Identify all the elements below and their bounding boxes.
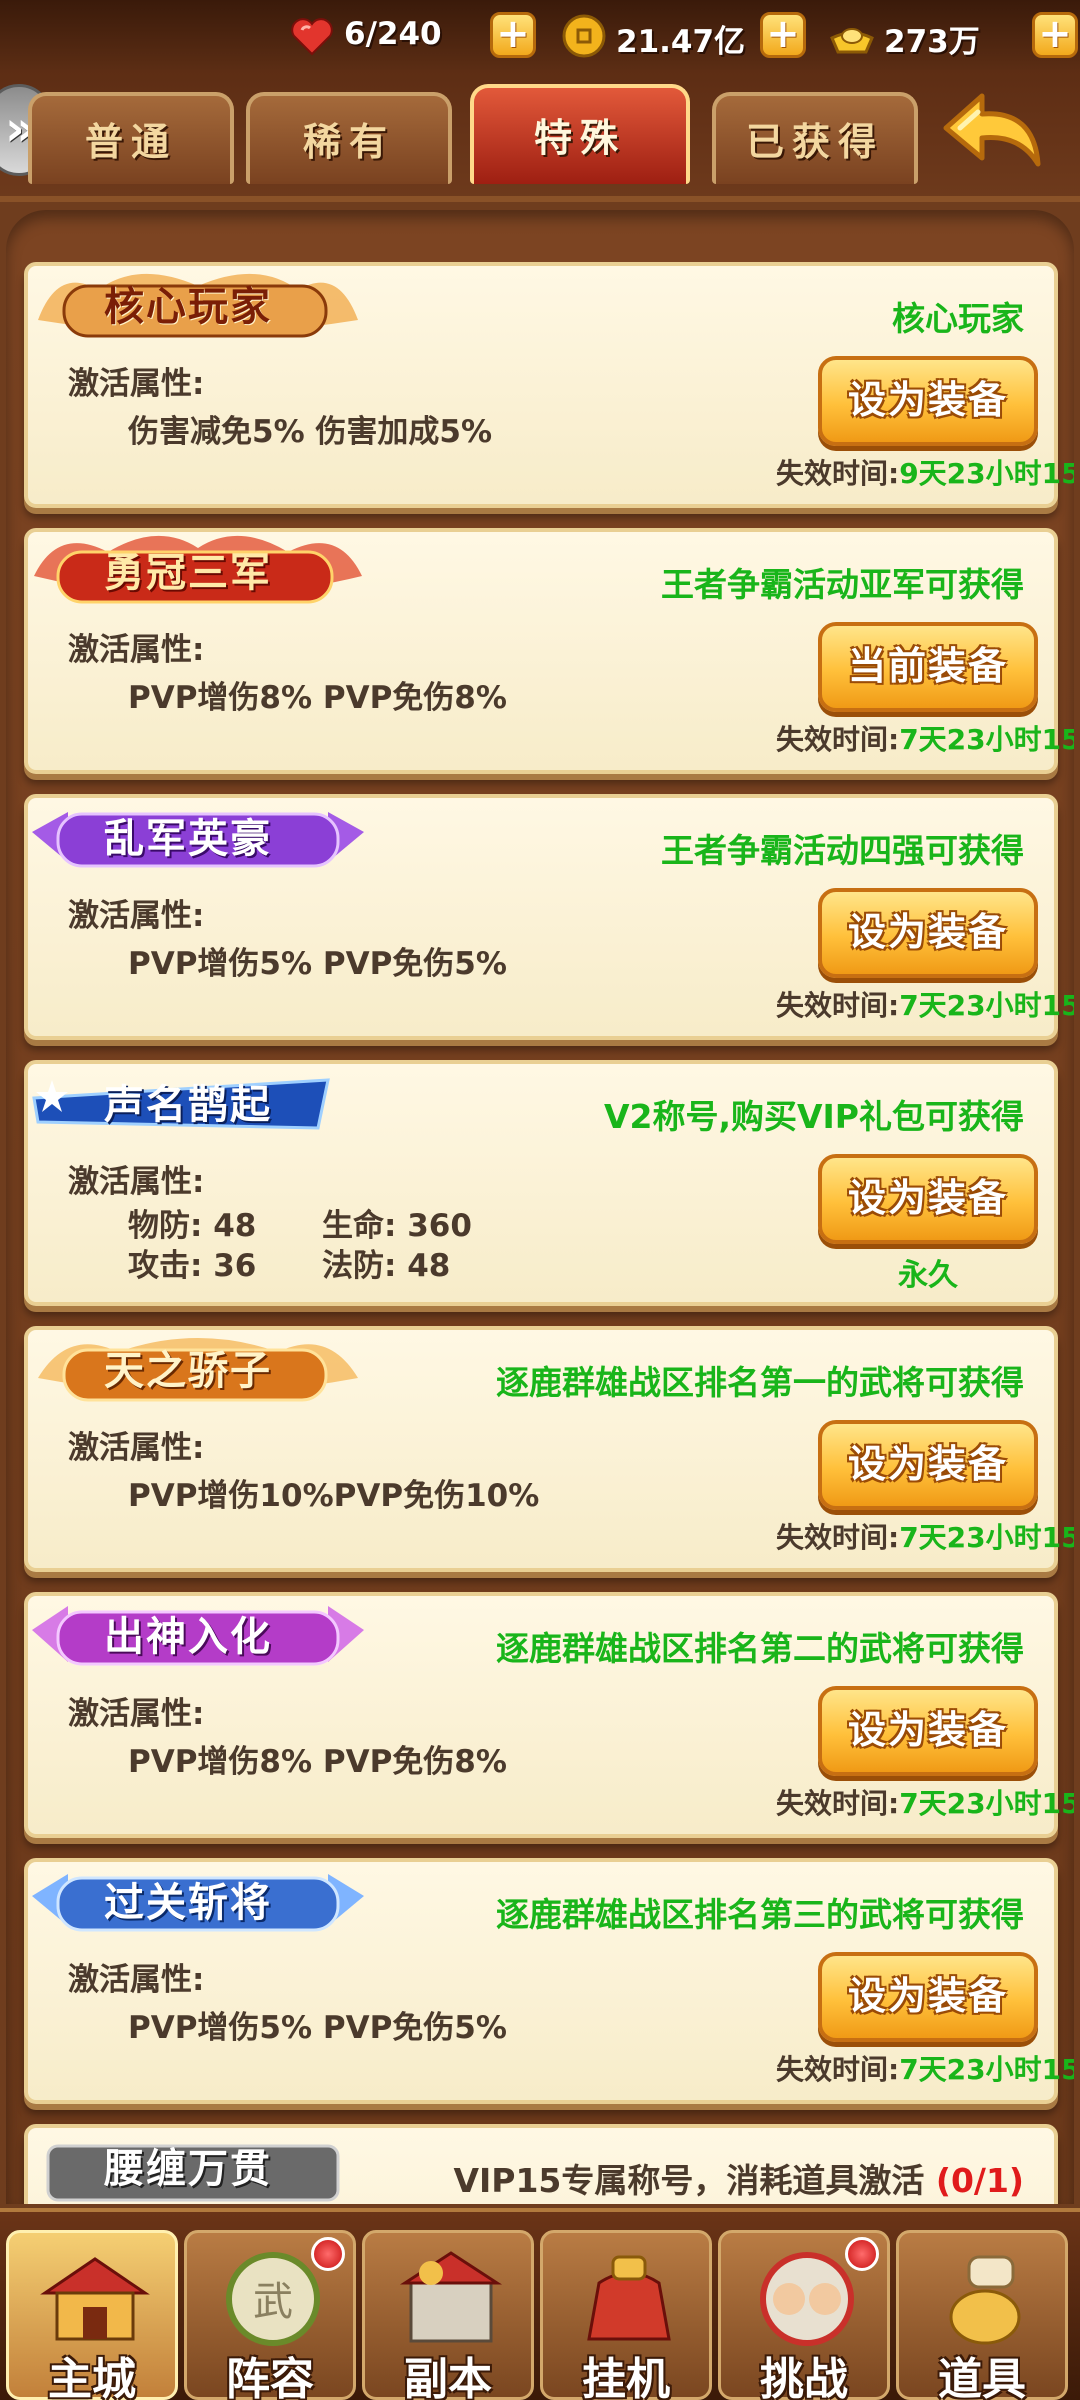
title-badge: 声名鹊起 [28, 1058, 368, 1144]
current-equip-button[interactable]: 当前装备 [818, 622, 1038, 712]
ingot-value: 273万 [884, 24, 980, 60]
title-source: 王者争霸活动四强可获得 [661, 831, 1024, 870]
stat-magic-def: 法防: 48 [322, 1248, 451, 1284]
set-equip-button[interactable]: 设为装备 [818, 888, 1038, 978]
title-source: VIP15专属称号，消耗道具激活 (0/1) [453, 2161, 1024, 2200]
title-badge: 天之骄子 [28, 1324, 368, 1410]
add-stamina-button[interactable]: + [490, 12, 536, 58]
attr-label: 激活属性: [68, 1962, 205, 1998]
ingot-counter: 273万 [828, 8, 1028, 62]
title-card-heavens-favorite: 天之骄子 逐鹿群雄战区排名第一的武将可获得 激活属性: PVP增伤10%PVP免… [24, 1324, 1074, 1572]
stamina-value: 6/240 [344, 16, 442, 52]
attr-values: PVP增伤5% PVP免伤5% [128, 946, 507, 982]
coin-counter: 21.47亿 [560, 8, 780, 62]
treasure-bag-icon [587, 2255, 671, 2341]
title-badge: 核心玩家 [28, 260, 368, 346]
attr-label: 激活属性: [68, 1164, 205, 1200]
coin-value: 21.47亿 [616, 24, 746, 60]
title-card-core-player: 核心玩家 核心玩家 激活属性: 伤害减免5% 伤害加成5% 设为装备 失效时间:… [24, 260, 1074, 508]
expiry-time: 失效时间:7天23小时15 [776, 989, 1074, 1022]
title-source: 逐鹿群雄战区排名第三的武将可获得 [496, 1895, 1024, 1934]
tab-obtained[interactable]: 已获得 [712, 92, 918, 184]
set-equip-button[interactable]: 设为装备 [818, 1420, 1038, 1510]
palace-icon [40, 2257, 150, 2341]
attr-values: PVP增伤8% PVP免伤8% [128, 1744, 507, 1780]
nav-idle[interactable]: 挂机 [540, 2230, 712, 2400]
stat-phys-def: 物防: 48 [128, 1208, 257, 1244]
scroll-pot-icon [949, 2255, 1021, 2345]
nav-challenge[interactable]: 挑战 [718, 2230, 890, 2400]
title-source: 逐鹿群雄战区排名第一的武将可获得 [496, 1363, 1024, 1402]
title-card-wealthy: 腰缠万贯 VIP15专属称号，消耗道具激活 (0/1) [24, 2124, 1058, 2204]
set-equip-button[interactable]: 设为装备 [818, 356, 1038, 446]
title-badge: 过关斩将 [28, 1856, 368, 1942]
tab-special[interactable]: 特殊 [470, 84, 690, 184]
set-equip-button[interactable]: 设为装备 [818, 1952, 1038, 2042]
attr-label: 激活属性: [68, 1696, 205, 1732]
gold-coin-icon [562, 14, 606, 58]
attr-values: PVP增伤5% PVP免伤5% [128, 2010, 507, 2046]
stat-hp: 生命: 360 [322, 1208, 472, 1244]
title-source: 王者争霸活动亚军可获得 [661, 565, 1024, 604]
permanent-label: 永久 [898, 1258, 958, 1293]
back-arrow-icon[interactable] [938, 88, 1048, 178]
expiry-time: 失效时间:7天23小时15 [776, 1787, 1074, 1820]
bottom-nav: 主城 武 阵容 副本 挂机 挑战 道具 [0, 2208, 1080, 2400]
heart-stamina-icon [291, 18, 333, 56]
attr-label: 激活属性: [68, 898, 205, 934]
attr-label: 激活属性: [68, 632, 205, 668]
tab-common[interactable]: 普通 [28, 92, 234, 184]
expiry-time: 失效时间:9天23小时15 [776, 457, 1074, 490]
title-badge: 勇冠三军 [28, 526, 368, 612]
title-list: 核心玩家 核心玩家 激活属性: 伤害减免5% 伤害加成5% 设为装备 失效时间:… [6, 210, 1074, 2204]
notification-dot [311, 2237, 345, 2271]
title-card-brave-champion: 勇冠三军 王者争霸活动亚军可获得 激活属性: PVP增伤8% PVP免伤8% 当… [24, 526, 1074, 774]
attr-values: PVP增伤8% PVP免伤8% [128, 680, 507, 716]
title-badge: 腰缠万贯 [28, 2122, 368, 2204]
title-source: V2称号,购买VIP礼包可获得 [603, 1097, 1024, 1136]
resource-bar: 6/240 + 21.47亿 + 273万 + [0, 0, 1080, 70]
tab-rare[interactable]: 稀有 [246, 92, 452, 184]
nav-dungeon[interactable]: 副本 [362, 2230, 534, 2400]
title-card-perfection: 出神入化 逐鹿群雄战区排名第二的武将可获得 激活属性: PVP增伤8% PVP免… [24, 1590, 1074, 1838]
title-card-rising-fame: 声名鹊起 V2称号,购买VIP礼包可获得 激活属性: 物防: 48 生命: 36… [24, 1060, 1058, 1306]
attr-values: PVP增伤10%PVP免伤10% [128, 1478, 540, 1514]
nav-main-city[interactable]: 主城 [6, 2230, 178, 2400]
notification-dot [845, 2237, 879, 2271]
nav-items[interactable]: 道具 [896, 2230, 1068, 2400]
title-badge: 乱军英豪 [28, 792, 368, 878]
expiry-time: 失效时间:7天23小时15 [776, 2053, 1074, 2086]
attr-values: 伤害减免5% 伤害加成5% [128, 414, 493, 450]
stat-attack: 攻击: 36 [128, 1248, 257, 1284]
title-source: 核心玩家 [892, 299, 1024, 338]
set-equip-button[interactable]: 设为装备 [818, 1154, 1038, 1244]
title-card-chaos-hero: 乱军英豪 王者争霸活动四强可获得 激活属性: PVP增伤5% PVP免伤5% 设… [24, 792, 1074, 1040]
title-badge: 出神入化 [28, 1590, 368, 1676]
attr-label: 激活属性: [68, 1430, 205, 1466]
gold-ingot-icon [830, 28, 874, 54]
expiry-time: 失效时间:7天23小时15 [776, 723, 1074, 756]
add-ingot-button[interactable]: + [1032, 12, 1078, 58]
set-equip-button[interactable]: 设为装备 [818, 1686, 1038, 1776]
title-card-pass-conqueror: 过关斩将 逐鹿群雄战区排名第三的武将可获得 激活属性: PVP增伤5% PVP免… [24, 1856, 1074, 2104]
add-coin-button[interactable]: + [760, 12, 806, 58]
title-source: 逐鹿群雄战区排名第二的武将可获得 [496, 1629, 1024, 1668]
item-count: (0/1) [935, 2161, 1024, 2200]
attr-label: 激活属性: [68, 366, 205, 402]
expiry-time: 失效时间:7天23小时15 [776, 1521, 1074, 1554]
fortress-icon [399, 2251, 503, 2343]
nav-lineup[interactable]: 武 阵容 [184, 2230, 356, 2400]
svg-text:武: 武 [253, 2279, 293, 2325]
